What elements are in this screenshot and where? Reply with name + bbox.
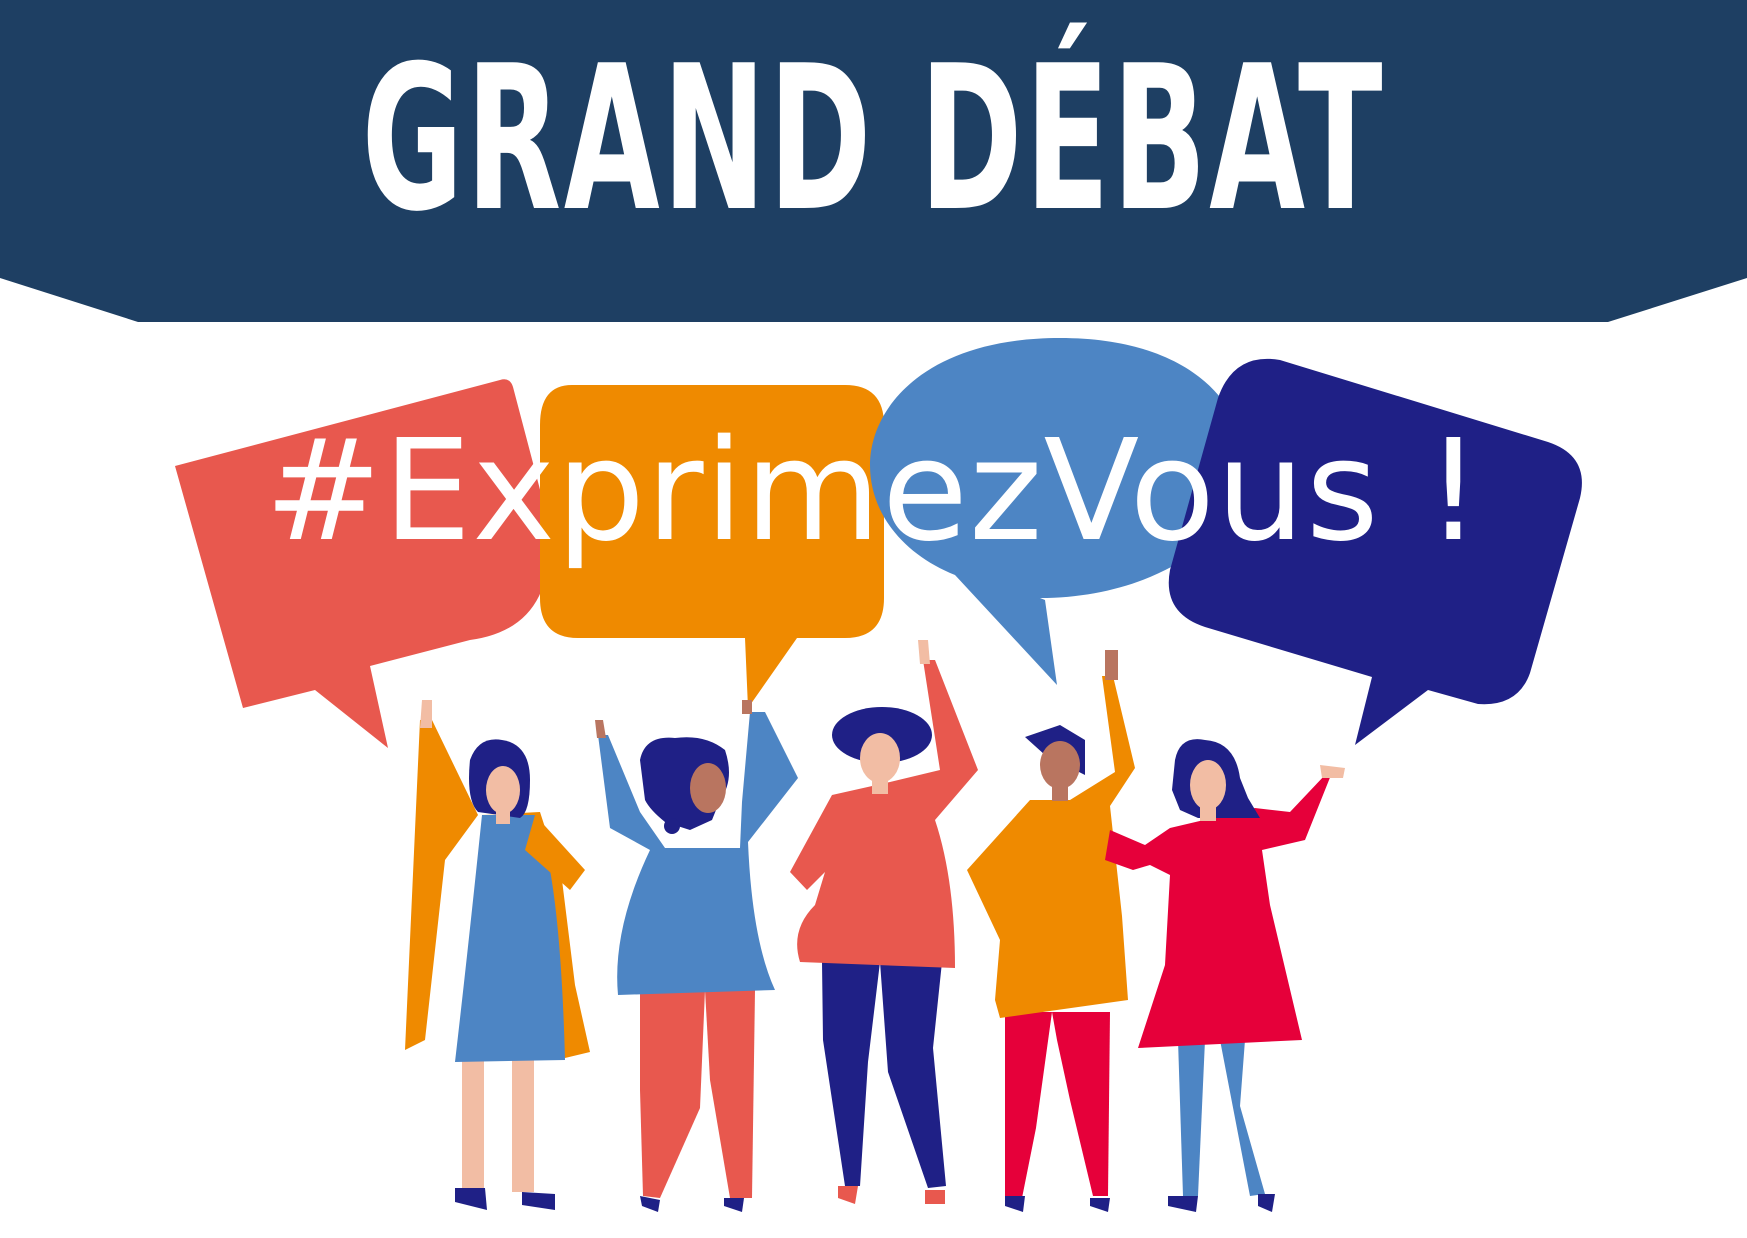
hashtag-text: #ExprimezVous !	[264, 410, 1483, 573]
person-5	[1105, 739, 1345, 1212]
person-2	[595, 700, 798, 1212]
person-1	[405, 700, 590, 1210]
person-3	[790, 640, 978, 1204]
illustration	[175, 338, 1582, 1212]
person-4	[967, 650, 1135, 1212]
